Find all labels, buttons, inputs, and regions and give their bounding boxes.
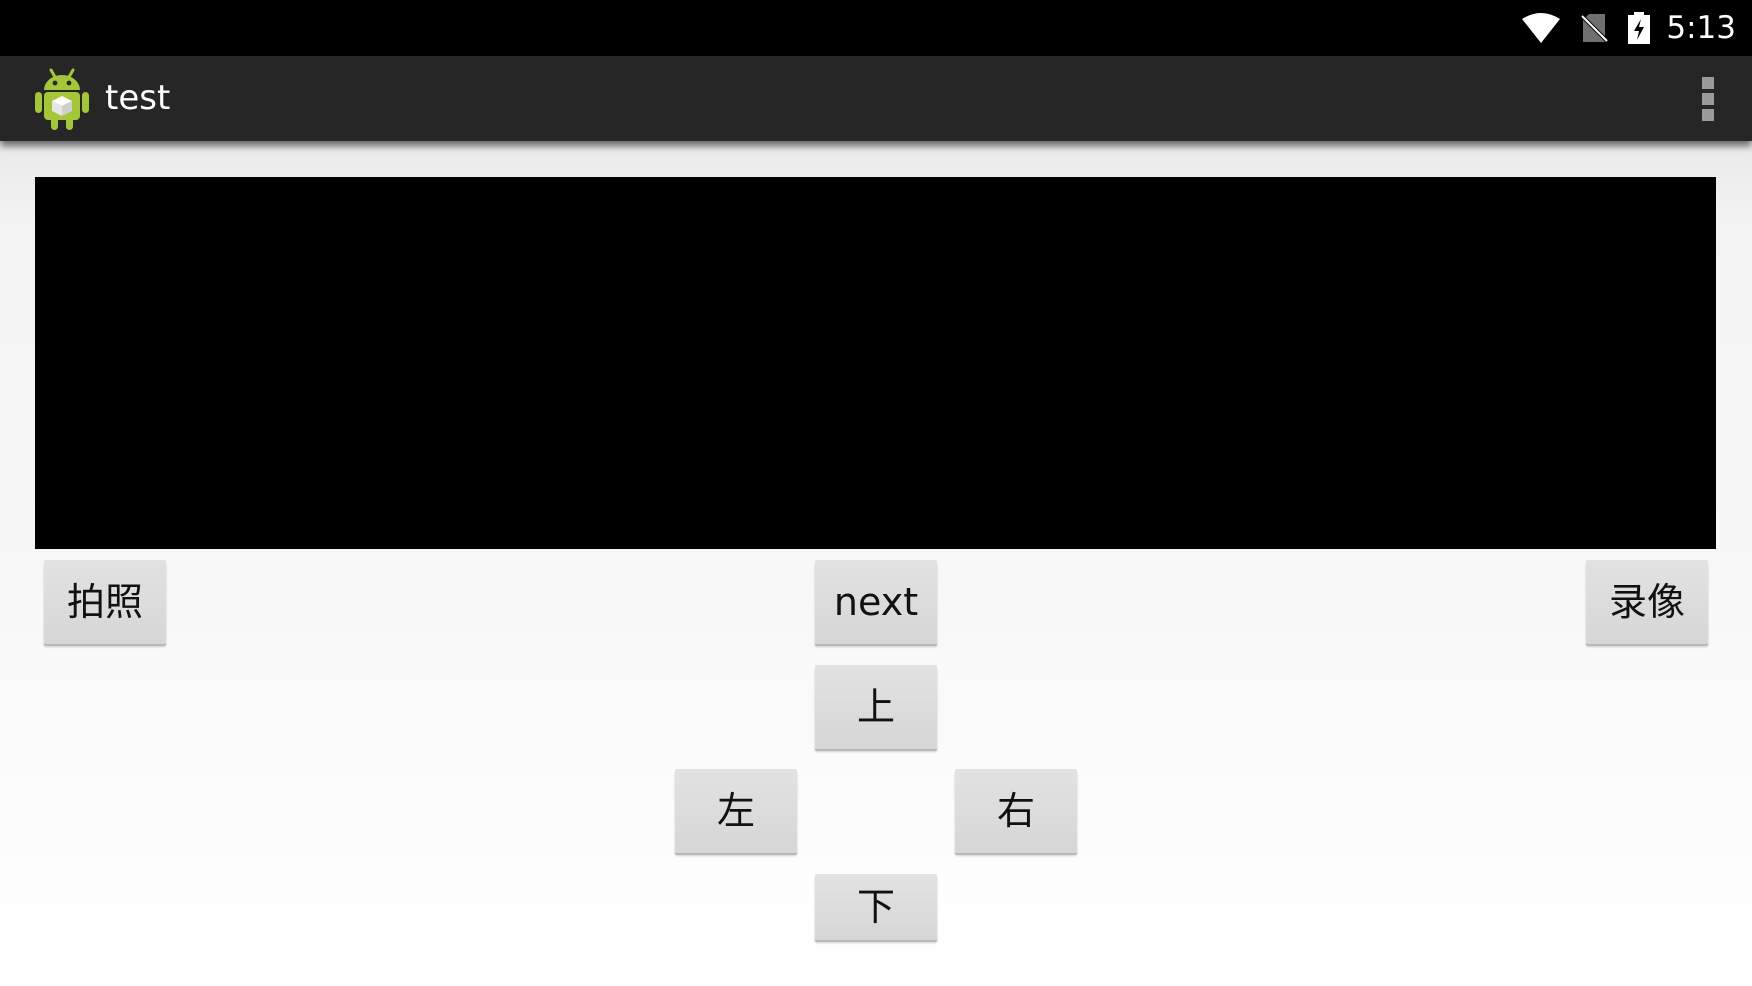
battery-charging-icon bbox=[1628, 12, 1651, 44]
no-sim-icon bbox=[1580, 14, 1609, 43]
app-title: test bbox=[105, 78, 171, 118]
android-robot-icon bbox=[35, 68, 89, 130]
wifi-icon bbox=[1522, 13, 1561, 43]
overflow-menu-icon[interactable] bbox=[1686, 73, 1730, 125]
next-button[interactable]: next bbox=[815, 560, 937, 644]
overflow-dot bbox=[1702, 77, 1714, 89]
overflow-dot bbox=[1702, 93, 1714, 105]
capture-button[interactable]: 拍照 bbox=[44, 560, 166, 644]
record-button[interactable]: 录像 bbox=[1586, 560, 1708, 644]
status-icons: 5:13 bbox=[1522, 0, 1736, 56]
status-clock: 5:13 bbox=[1666, 10, 1736, 46]
left-button[interactable]: 左 bbox=[675, 769, 797, 853]
action-bar: test bbox=[0, 56, 1752, 141]
right-button[interactable]: 右 bbox=[955, 769, 1077, 853]
up-button[interactable]: 上 bbox=[815, 665, 937, 749]
overflow-dot bbox=[1702, 109, 1714, 121]
camera-preview[interactable] bbox=[35, 177, 1716, 549]
main-content: 拍照 next 录像 上 左 右 下 bbox=[0, 141, 1752, 986]
down-button[interactable]: 下 bbox=[815, 874, 937, 940]
status-bar: 5:13 bbox=[0, 0, 1752, 56]
